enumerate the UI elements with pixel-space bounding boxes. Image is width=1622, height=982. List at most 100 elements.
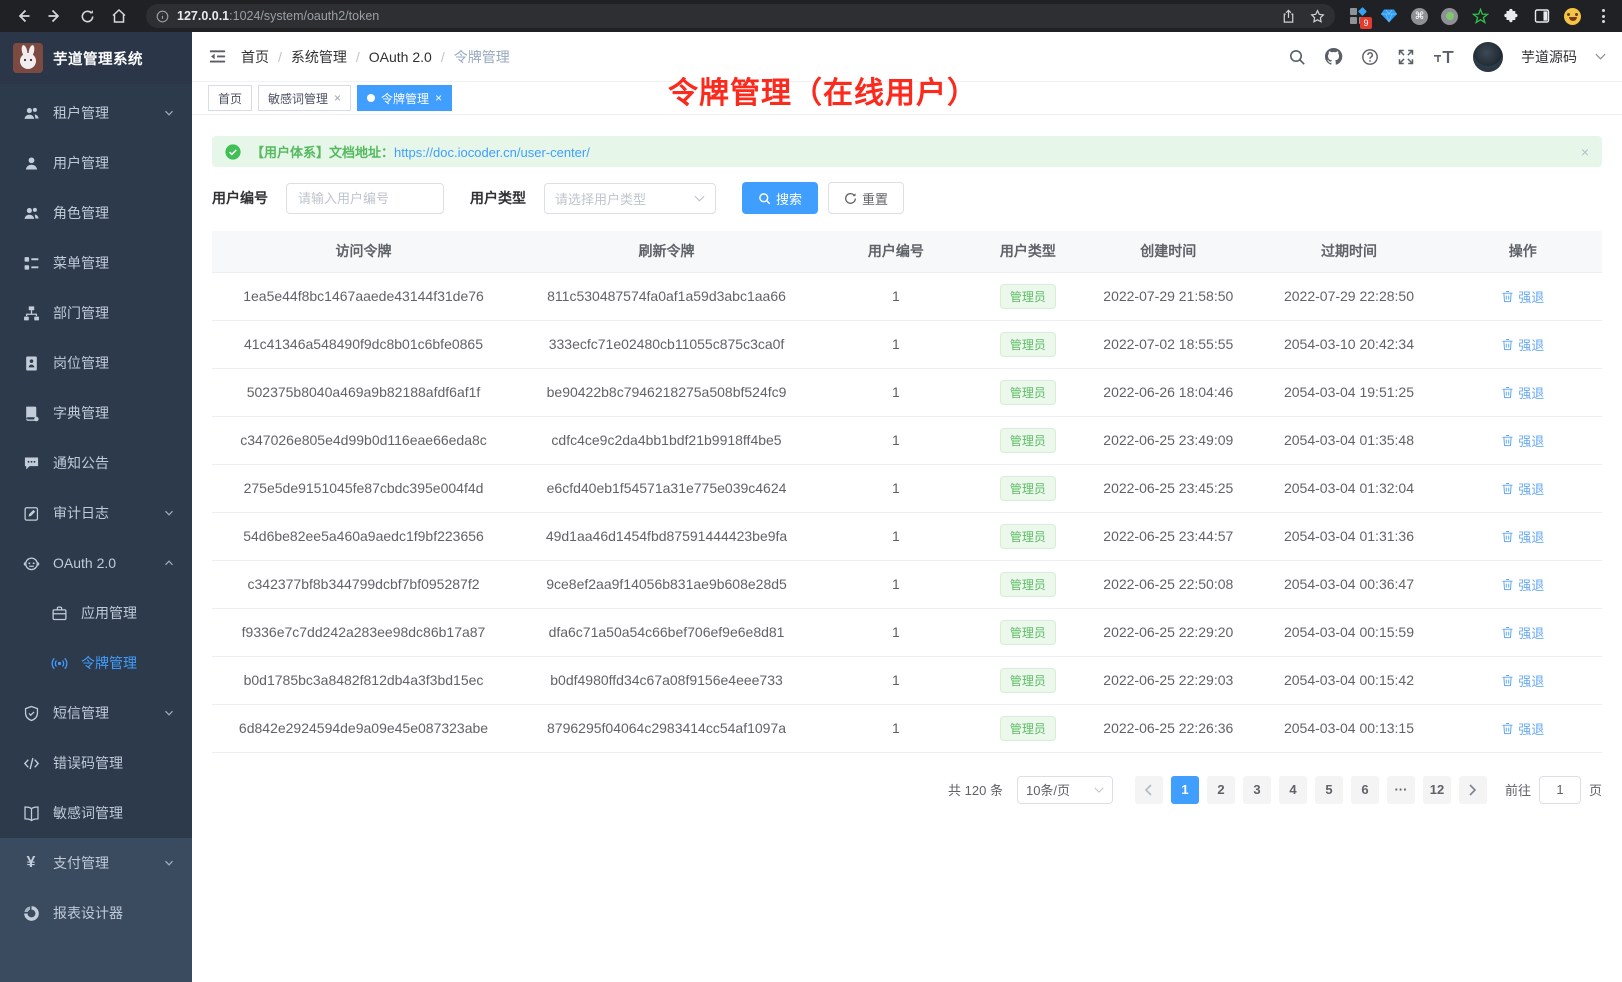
page-button-3[interactable]: 3 [1243, 776, 1271, 804]
force-logout-button[interactable]: 强退 [1501, 431, 1544, 450]
goto-page-input[interactable] [1539, 776, 1581, 804]
sidebar-item-oauth2-app[interactable]: 应用管理 [0, 588, 192, 638]
site-info-icon[interactable] [156, 10, 169, 23]
force-logout-button[interactable]: 强退 [1501, 383, 1544, 402]
sidebar-item-menu[interactable]: 菜单管理 [0, 238, 192, 288]
force-logout-button[interactable]: 强退 [1501, 623, 1544, 642]
user-id-input[interactable] [286, 183, 444, 214]
page-button-5[interactable]: 5 [1315, 776, 1343, 804]
sidebar-item-dept[interactable]: 部门管理 [0, 288, 192, 338]
alert-doc-link[interactable]: https://doc.iocoder.cn/user-center/ [394, 145, 590, 160]
chevron-down-icon [160, 507, 178, 519]
next-page-button[interactable] [1459, 776, 1487, 804]
tag-tab[interactable]: 敏感词管理× [258, 85, 351, 111]
browser-menu-icon[interactable] [1594, 7, 1612, 25]
dict-icon [22, 405, 40, 422]
trash-icon [1501, 722, 1514, 735]
sidebar-item-label: OAuth 2.0 [53, 555, 116, 571]
tab-close-icon[interactable]: × [435, 91, 442, 105]
green-star-extension-icon[interactable] [1471, 7, 1489, 25]
sidebar-item-oauth2-token[interactable]: 令牌管理 [0, 638, 192, 688]
browser-back-icon[interactable] [10, 3, 36, 29]
trash-icon [1501, 578, 1514, 591]
search-button[interactable]: 搜索 [742, 182, 818, 214]
user-type-cell: 管理员 [974, 416, 1082, 464]
sidepanel-extension-icon[interactable] [1533, 7, 1551, 25]
force-logout-button[interactable]: 强退 [1501, 575, 1544, 594]
force-logout-button[interactable]: 强退 [1501, 671, 1544, 690]
breadcrumb-item[interactable]: 系统管理 [291, 47, 347, 67]
table-row: b0d1785bc3a8482f812db4a3f3bd15ecb0df4980… [212, 656, 1602, 704]
sidebar-item-tenant[interactable]: 租户管理 [0, 88, 192, 138]
address-bar[interactable]: 127.0.0.1:1024/system/oauth2/token [146, 4, 1335, 28]
sidebar-item-label: 通知公告 [53, 453, 109, 473]
expire-time-cell: 2054-03-04 01:32:04 [1254, 464, 1443, 512]
force-logout-button[interactable]: 强退 [1501, 287, 1544, 306]
trash-icon [1501, 674, 1514, 687]
access-token-cell: 41c41346a548490f9dc8b01c6bfe0865 [212, 320, 515, 368]
page-button-6[interactable]: 6 [1351, 776, 1379, 804]
user-type-select[interactable]: 请选择用户类型 [544, 183, 716, 214]
sidebar-item-error-code[interactable]: 错误码管理 [0, 738, 192, 788]
tab-grid-extension-icon[interactable]: 9 [1349, 7, 1367, 25]
page-button-1[interactable]: 1 [1171, 776, 1199, 804]
action-cell: 强退 [1444, 704, 1603, 752]
chevron-down-icon [1094, 787, 1104, 793]
tag-tab[interactable]: 令牌管理× [357, 85, 452, 111]
fullscreen-icon[interactable] [1397, 48, 1415, 66]
sidebar-item-dict[interactable]: 字典管理 [0, 388, 192, 438]
page-button-4[interactable]: 4 [1279, 776, 1307, 804]
force-logout-button[interactable]: 强退 [1501, 719, 1544, 738]
trash-icon [1501, 338, 1514, 351]
table-row: 502375b8040a469a9b82188afdf6af1fbe90422b… [212, 368, 1602, 416]
goto-label: 前往 [1505, 780, 1531, 799]
sidebar-item-audit-log[interactable]: 审计日志 [0, 488, 192, 538]
sidebar-item-sensitive-word[interactable]: 敏感词管理 [0, 788, 192, 838]
emoji-extension-icon[interactable] [1564, 8, 1581, 25]
page-more-button[interactable]: ··· [1387, 776, 1415, 804]
created-time-cell: 2022-06-25 23:44:57 [1082, 512, 1254, 560]
bookmark-star-icon[interactable] [1310, 9, 1325, 24]
sidebar-item-role[interactable]: 角色管理 [0, 188, 192, 238]
browser-forward-icon[interactable] [42, 3, 68, 29]
browser-home-icon[interactable] [106, 3, 132, 29]
command-extension-icon[interactable]: ⌘ [1411, 8, 1428, 25]
force-logout-button[interactable]: 强退 [1501, 527, 1544, 546]
sidebar-item-user[interactable]: 用户管理 [0, 138, 192, 188]
share-icon[interactable] [1281, 9, 1296, 24]
prev-page-button[interactable] [1135, 776, 1163, 804]
search-icon[interactable] [1288, 48, 1306, 66]
browser-reload-icon[interactable] [74, 3, 100, 29]
sidebar-item-pay[interactable]: ¥支付管理 [0, 838, 192, 888]
puzzle-extension-icon[interactable] [1502, 7, 1520, 25]
page-button-2[interactable]: 2 [1207, 776, 1235, 804]
help-icon[interactable] [1361, 48, 1379, 66]
tag-tab[interactable]: 首页 [208, 85, 252, 111]
sidebar-fold-icon[interactable] [208, 47, 227, 66]
force-logout-button[interactable]: 强退 [1501, 335, 1544, 354]
sidebar-item-oauth2[interactable]: OAuth 2.0 [0, 538, 192, 588]
sidebar-item-label: 菜单管理 [53, 253, 109, 273]
user-avatar[interactable] [1473, 42, 1503, 72]
alert-close-icon[interactable]: × [1581, 144, 1589, 160]
force-logout-button[interactable]: 强退 [1501, 479, 1544, 498]
sidebar-item-post[interactable]: 岗位管理 [0, 338, 192, 388]
reset-button[interactable]: 重置 [828, 182, 904, 214]
sidebar-item-report[interactable]: 报表设计器 [0, 888, 192, 938]
sidebar-item-label: 错误码管理 [53, 753, 123, 773]
breadcrumb-item[interactable]: 首页 [241, 47, 269, 67]
sidebar-item-notice[interactable]: 通知公告 [0, 438, 192, 488]
table-header-row: 访问令牌刷新令牌用户编号用户类型创建时间过期时间操作 [212, 231, 1602, 272]
gem-extension-icon[interactable] [1380, 7, 1398, 25]
page-button-12[interactable]: 12 [1423, 776, 1451, 804]
user-menu-caret-icon[interactable] [1595, 53, 1606, 60]
app-logo[interactable]: 芋道管理系统 [0, 32, 192, 84]
breadcrumb-item[interactable]: OAuth 2.0 [369, 49, 432, 65]
sidebar-item-sms[interactable]: 短信管理 [0, 688, 192, 738]
page-size-select[interactable]: 10条/页 [1017, 776, 1113, 804]
tab-close-icon[interactable]: × [334, 91, 341, 105]
recorder-extension-icon[interactable] [1441, 8, 1458, 25]
access-token-cell: c342377bf8b344799dcbf7bf095287f2 [212, 560, 515, 608]
font-size-icon[interactable] [1433, 49, 1455, 65]
github-icon[interactable] [1324, 47, 1343, 66]
